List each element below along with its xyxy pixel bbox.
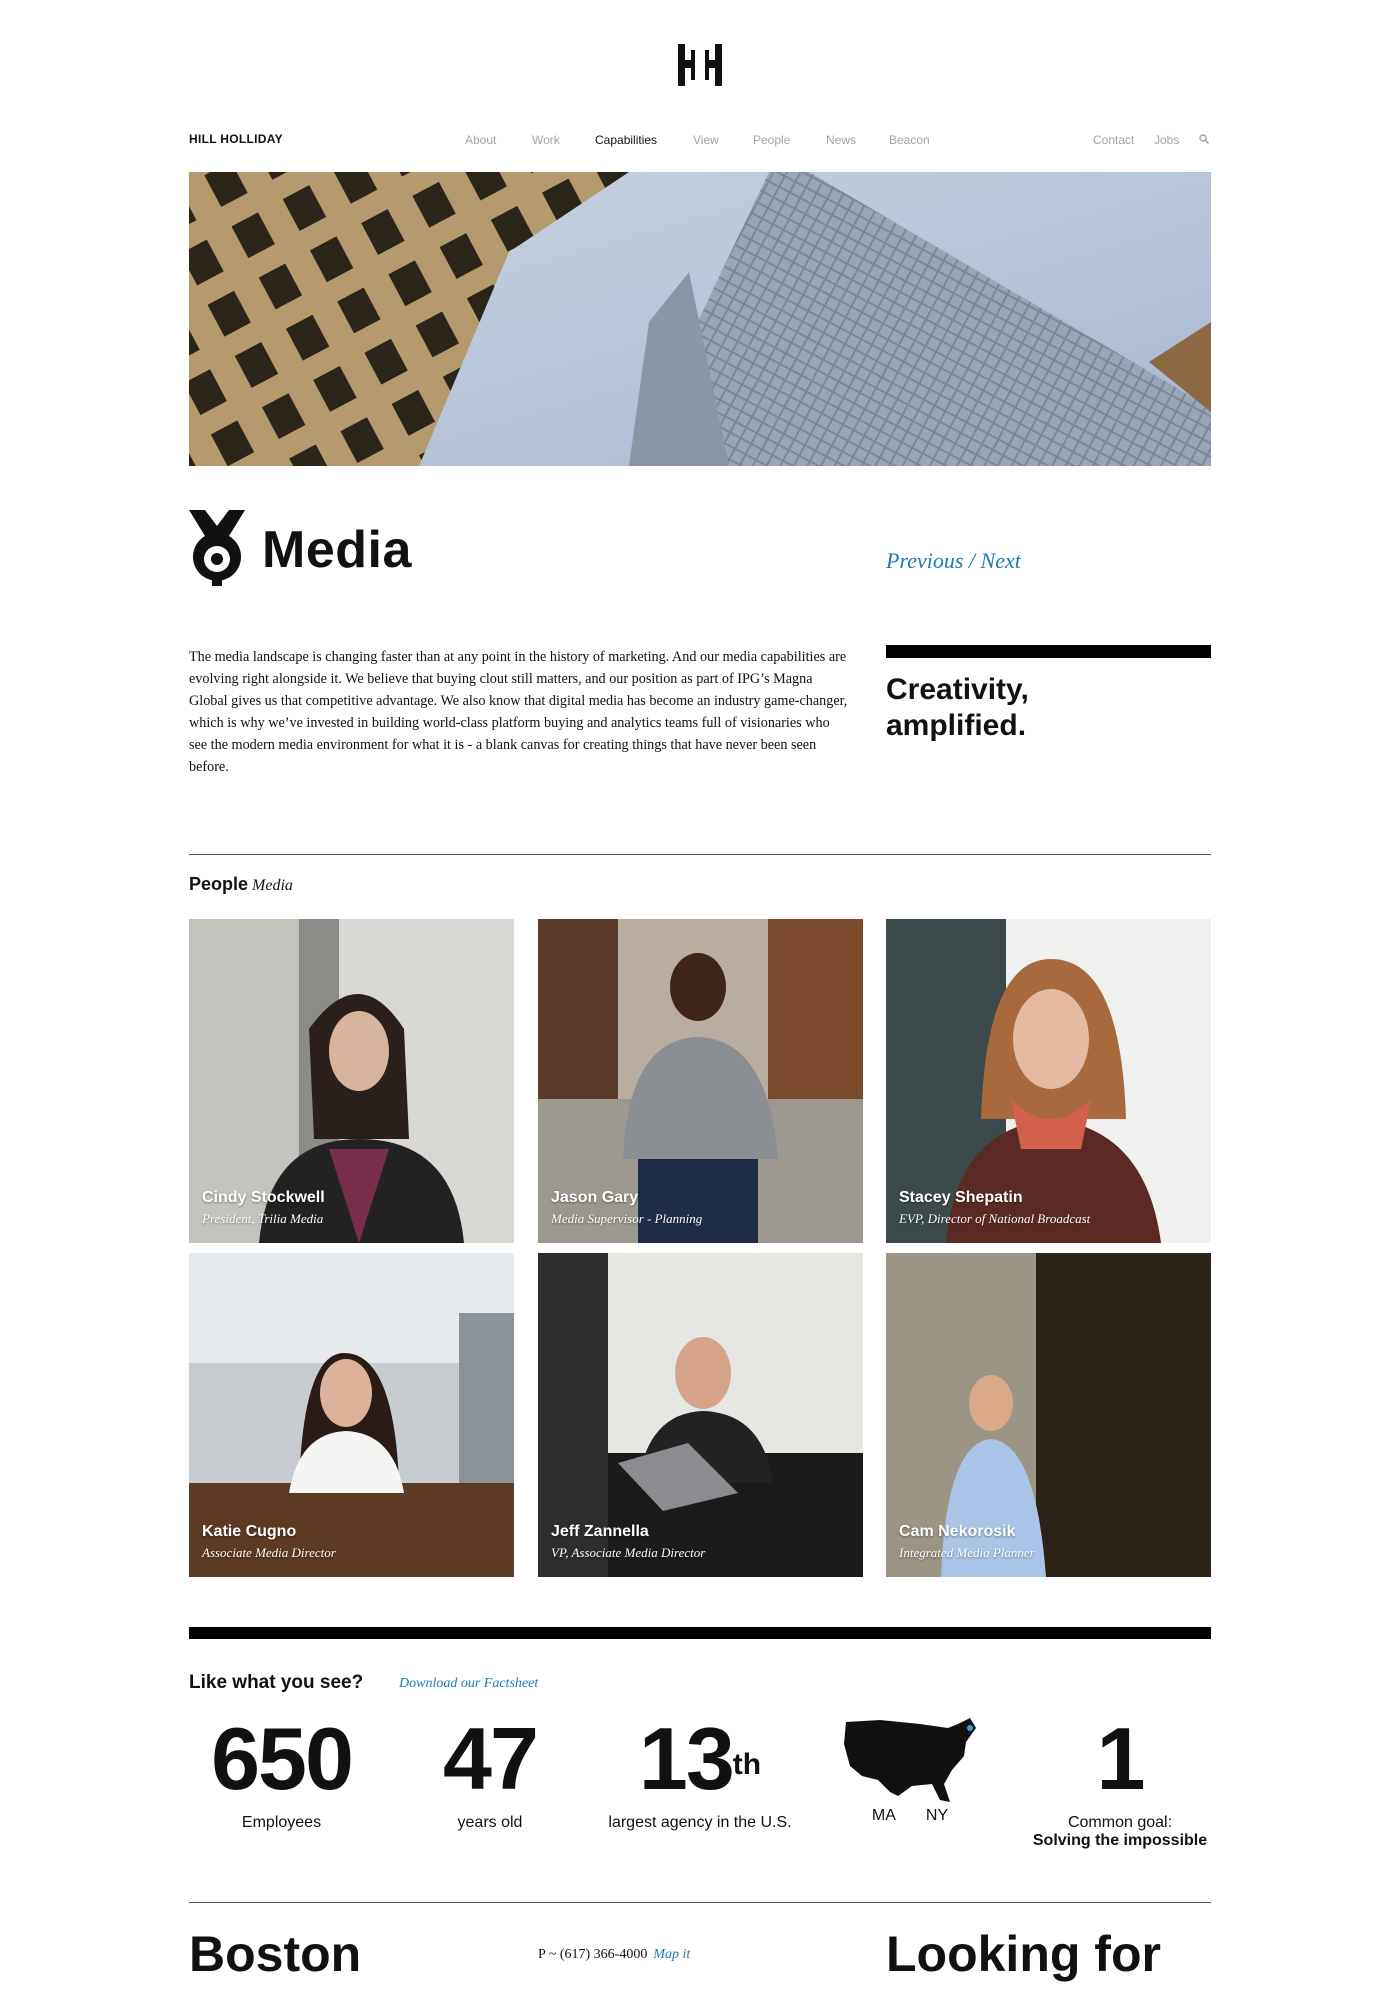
next-link[interactable]: Next bbox=[981, 548, 1021, 573]
person-name: Cam Nekorosik bbox=[899, 1523, 1016, 1540]
office-phone: P ~ (617) 366-4000 Map it bbox=[538, 1947, 690, 1963]
intro-paragraph: The media landscape is changing faster t… bbox=[189, 649, 848, 775]
person-name: Jeff Zannella bbox=[551, 1523, 649, 1540]
tagline-line-1: Creativity, bbox=[886, 673, 1029, 706]
stat-value: 47 bbox=[443, 1709, 539, 1808]
location-ma: MA bbox=[871, 1807, 895, 1824]
stat-label: largest agency in the U.S. bbox=[608, 1814, 792, 1831]
person-name: Jason Gary bbox=[551, 1189, 639, 1206]
section-bar bbox=[189, 1627, 1211, 1639]
search-icon[interactable] bbox=[1199, 134, 1209, 144]
stat-value: 650 bbox=[211, 1709, 354, 1808]
hero-image bbox=[189, 172, 1211, 466]
stat-goal-text: Solving the impossible bbox=[1032, 1832, 1208, 1849]
person-role: Associate Media Director bbox=[202, 1545, 336, 1560]
main-nav: About Work Capabilities View People News… bbox=[0, 133, 1400, 149]
tagline: Creativity, amplified. bbox=[886, 672, 1216, 744]
careers-heading: Looking for bbox=[886, 1926, 1161, 1982]
person-card[interactable]: Katie Cugno Associate Media Director bbox=[189, 1253, 514, 1577]
stat-rank: 13th largest agency in the U.S. bbox=[590, 1714, 810, 1832]
download-factsheet-link[interactable]: Download our Factsheet bbox=[399, 1676, 538, 1692]
hh-logo-icon[interactable] bbox=[674, 44, 726, 86]
prev-next-nav: Previous / Next bbox=[886, 548, 1021, 574]
person-card[interactable]: Jeff Zannella VP, Associate Media Direct… bbox=[538, 1253, 863, 1577]
page-title: Media bbox=[262, 521, 412, 579]
nav-item-jobs[interactable]: Jobs bbox=[1154, 133, 1179, 147]
person-card[interactable]: Cindy Stockwell President, Trilia Media bbox=[189, 919, 514, 1243]
person-card[interactable]: Cam Nekorosik Integrated Media Planner bbox=[886, 1253, 1211, 1577]
phone-number: P ~ (617) 366-4000 bbox=[538, 1947, 648, 1962]
person-name: Stacey Shepatin bbox=[899, 1189, 1023, 1206]
prev-next-separator: / bbox=[968, 548, 976, 573]
person-role: Media Supervisor - Planning bbox=[551, 1211, 703, 1226]
stat-label: Common goal: bbox=[1067, 1814, 1173, 1831]
people-heading: People Media bbox=[189, 874, 293, 895]
nav-item-view[interactable]: View bbox=[693, 133, 719, 147]
nav-item-contact[interactable]: Contact bbox=[1093, 133, 1134, 147]
facts-heading: Like what you see? bbox=[189, 1672, 364, 1693]
stat-locations: MA NY bbox=[835, 1714, 985, 1825]
location-ny: NY bbox=[925, 1807, 949, 1824]
office-city: Boston bbox=[189, 1926, 362, 1982]
person-card[interactable]: Jason Gary Media Supervisor - Planning bbox=[538, 919, 863, 1243]
people-heading-label: People bbox=[189, 874, 249, 894]
stat-employees: 650 Employees bbox=[189, 1714, 374, 1832]
nav-item-people[interactable]: People bbox=[753, 133, 790, 147]
person-name: Cindy Stockwell bbox=[202, 1189, 325, 1206]
people-subheading: Media bbox=[252, 877, 293, 894]
map-it-link[interactable]: Map it bbox=[653, 1947, 690, 1962]
nav-item-work[interactable]: Work bbox=[532, 133, 560, 147]
person-name: Katie Cugno bbox=[202, 1523, 297, 1540]
stat-label: years old bbox=[457, 1814, 523, 1831]
person-role: Integrated Media Planner bbox=[899, 1545, 1035, 1560]
stat-label: Employees bbox=[241, 1814, 322, 1831]
quote-bar bbox=[886, 645, 1211, 658]
person-role: EVP, Director of National Broadcast bbox=[899, 1211, 1091, 1226]
stat-value: 1 bbox=[1096, 1709, 1146, 1808]
media-icon bbox=[189, 510, 245, 586]
person-role: President, Trilia Media bbox=[202, 1211, 324, 1226]
nav-item-news[interactable]: News bbox=[826, 133, 856, 147]
stat-suffix: th bbox=[732, 1748, 762, 1781]
previous-link[interactable]: Previous bbox=[886, 548, 963, 573]
stat-goal: 1 Common goal: Solving the impossible bbox=[1010, 1714, 1230, 1850]
person-role: VP, Associate Media Director bbox=[551, 1545, 706, 1560]
person-card[interactable]: Stacey Shepatin EVP, Director of Nationa… bbox=[886, 919, 1211, 1243]
tagline-line-2: amplified. bbox=[886, 709, 1027, 742]
nav-item-capabilities[interactable]: Capabilities bbox=[595, 133, 657, 147]
nav-item-beacon[interactable]: Beacon bbox=[889, 133, 930, 147]
nav-item-about[interactable]: About bbox=[465, 133, 496, 147]
stat-years: 47 years old bbox=[405, 1714, 575, 1832]
us-map-icon bbox=[844, 1718, 976, 1802]
stat-value: 13 bbox=[638, 1709, 735, 1808]
divider bbox=[189, 854, 1211, 855]
divider bbox=[189, 1902, 1211, 1903]
